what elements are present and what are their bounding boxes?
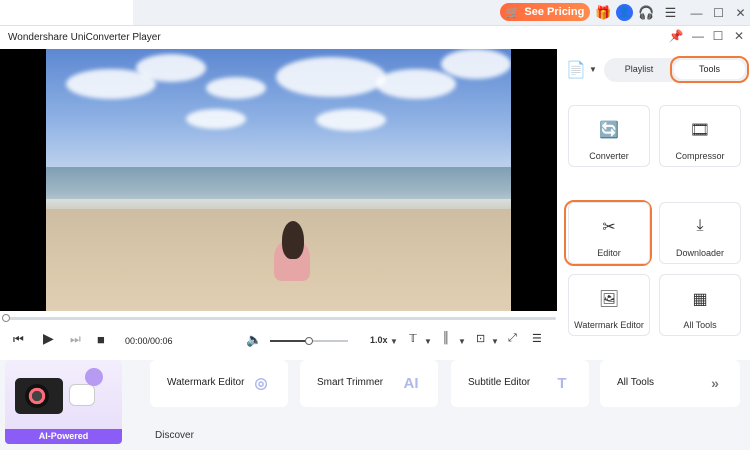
tool-editor-label: Editor — [597, 248, 621, 258]
subtitle-caret-icon[interactable]: ▼ — [424, 337, 432, 346]
seek-bar[interactable] — [5, 317, 556, 320]
card-watermark-editor[interactable]: Watermark Editor ◎ — [150, 360, 288, 407]
subtitle-track-icon[interactable]: 𝕋 — [409, 332, 417, 345]
video-frame — [46, 49, 511, 311]
watermark-editor-card-icon: ◎ — [254, 375, 268, 392]
tool-compressor[interactable]: 🎞 Compressor — [659, 105, 741, 167]
menu-icon[interactable]: ☰ — [662, 4, 679, 21]
card-subtitle-editor[interactable]: Subtitle Editor T — [451, 360, 589, 407]
add-media-caret-icon[interactable]: ▼ — [589, 65, 597, 74]
smart-trimmer-card-icon: AI — [403, 374, 419, 392]
player-title: Wondershare UniConverter Player — [8, 32, 161, 43]
player-window: Wondershare UniConverter Player 📌 — ☐ ✕ … — [0, 25, 750, 360]
video-viewport[interactable] — [0, 49, 557, 311]
tool-editor[interactable]: ✂ Editor — [568, 202, 650, 264]
tool-converter-label: Converter — [589, 151, 629, 161]
ai-promo-banner[interactable]: AI-Powered — [5, 360, 122, 444]
player-maximize-icon[interactable]: ☐ — [710, 29, 726, 43]
aspect-ratio-icon[interactable]: ⊡ — [476, 332, 485, 345]
cart-icon: 🛒 — [505, 6, 520, 19]
subtitle-editor-card-icon: T — [557, 374, 567, 392]
audio-track-icon[interactable]: ║ — [442, 332, 450, 344]
playlist-toggle-icon[interactable]: ☰ — [532, 332, 542, 345]
tool-all-tools[interactable]: ▦ All Tools — [659, 274, 741, 336]
player-minimize-icon[interactable]: — — [690, 29, 706, 43]
all-tools-icon: ▦ — [692, 291, 708, 308]
camera-illustration — [15, 378, 63, 414]
audio-caret-icon[interactable]: ▼ — [458, 337, 466, 346]
converter-icon: 🔄 — [599, 122, 619, 139]
player-close-icon[interactable]: ✕ — [731, 29, 747, 43]
tool-converter[interactable]: 🔄 Converter — [568, 105, 650, 167]
card-all-tools-label: All Tools — [617, 377, 655, 388]
decor-bubble — [85, 368, 103, 386]
tool-watermark-editor-label: Watermark Editor — [574, 320, 644, 330]
see-pricing-label: See Pricing — [524, 6, 585, 18]
app-top-bar: 🛒 See Pricing 🎁 👤 🎧 ☰ — ☐ ✕ — [0, 0, 750, 25]
time-display: 00:00/00:06 — [125, 336, 173, 346]
watermark-editor-icon: 🖼 — [598, 291, 620, 308]
card-all-tools[interactable]: All Tools » — [600, 360, 740, 407]
compressor-icon: 🎞 — [689, 122, 711, 139]
gift-icon[interactable]: 🎁 — [595, 4, 612, 21]
chevron-right-icon: » — [711, 375, 719, 391]
card-smart-trimmer-label: Smart Trimmer — [317, 377, 384, 388]
tool-all-tools-label: All Tools — [683, 320, 717, 330]
top-left-area — [0, 0, 133, 25]
ai-powered-badge: AI-Powered — [5, 429, 122, 444]
minimize-icon[interactable]: — — [688, 4, 705, 21]
speed-caret-icon[interactable]: ▼ — [390, 337, 398, 346]
volume-handle[interactable] — [305, 337, 313, 345]
tool-downloader[interactable]: ⤓ Downloader — [659, 202, 741, 264]
next-icon[interactable]: ⏭ — [70, 332, 81, 347]
card-subtitle-editor-label: Subtitle Editor — [468, 377, 531, 388]
playback-speed[interactable]: 1.0x — [370, 335, 388, 345]
play-icon[interactable]: ▶ — [43, 330, 54, 347]
downloader-icon: ⤓ — [696, 217, 704, 234]
seek-handle[interactable] — [2, 314, 10, 322]
discover-heading: Discover — [155, 430, 194, 441]
volume-icon[interactable]: 🔈 — [246, 332, 262, 348]
tab-tools[interactable]: Tools — [674, 60, 745, 79]
previous-icon[interactable]: ⏮ — [13, 332, 24, 347]
add-media-icon[interactable]: 📄 — [566, 60, 586, 80]
pin-icon[interactable]: 📌 — [668, 29, 684, 43]
earbuds-illustration — [69, 384, 95, 406]
user-avatar-icon[interactable]: 👤 — [616, 4, 633, 21]
headset-icon[interactable]: 🎧 — [638, 4, 655, 21]
tool-watermark-editor[interactable]: 🖼 Watermark Editor — [568, 274, 650, 336]
tool-compressor-label: Compressor — [675, 151, 725, 161]
fullscreen-icon[interactable]: ⤢ — [508, 332, 517, 345]
close-icon[interactable]: ✕ — [732, 4, 749, 21]
see-pricing-button[interactable]: 🛒 See Pricing — [500, 3, 590, 21]
aspect-caret-icon[interactable]: ▼ — [491, 337, 499, 346]
card-watermark-editor-label: Watermark Editor — [167, 377, 245, 388]
card-smart-trimmer[interactable]: Smart Trimmer AI — [300, 360, 438, 407]
maximize-icon[interactable]: ☐ — [710, 4, 727, 21]
stop-icon[interactable]: ■ — [97, 332, 105, 347]
tab-playlist[interactable]: Playlist — [612, 64, 666, 74]
volume-level — [270, 340, 309, 342]
editor-icon: ✂ — [602, 219, 616, 236]
tool-downloader-label: Downloader — [675, 248, 725, 258]
